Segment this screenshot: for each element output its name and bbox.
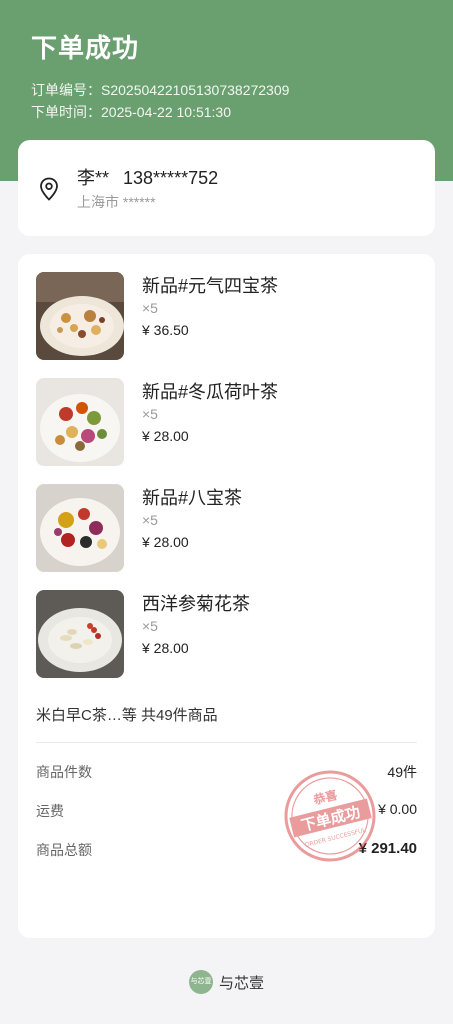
product-name: 新品#元气四宝茶 [142, 276, 279, 296]
product-price: ¥ 28.00 [142, 428, 189, 444]
more-items-summary[interactable]: 米白早C茶…等 共49件商品 [36, 704, 218, 725]
recipient-name: 李** [77, 168, 110, 188]
address-card[interactable]: 李** 138*****752 上海市 ****** [18, 140, 435, 236]
item-count-value: 49件 [387, 764, 417, 780]
product-name: 新品#八宝茶 [142, 488, 243, 508]
product-name: 新品#冬瓜荷叶茶 [142, 382, 279, 402]
product-qty: ×5 [142, 512, 158, 528]
shipping-label: 运费 [36, 803, 64, 819]
shipping-value: ¥ 0.00 [378, 801, 417, 817]
product-name: 西洋参菊花茶 [142, 594, 250, 614]
product-qty: ×5 [142, 618, 158, 634]
brand-name: 与芯壹 [218, 974, 264, 992]
list-item[interactable]: 新品#冬瓜荷叶茶 ×5 ¥ 28.00 [36, 378, 416, 466]
stamp-top-text: 恭喜 [311, 787, 339, 808]
page-title: 下单成功 [31, 33, 140, 63]
product-qty: ×5 [142, 406, 158, 422]
product-image [36, 590, 124, 678]
order-time-label: 下单时间： [31, 104, 101, 120]
order-time-row: 下单时间：2025-04-22 10:51:30 [31, 101, 453, 123]
order-success-stamp: 恭喜 下单成功 ORDER SUCCESSFUL [284, 770, 376, 862]
divider [36, 742, 417, 743]
product-price: ¥ 28.00 [142, 640, 189, 656]
item-count-label: 商品件数 [36, 764, 92, 780]
location-pin-icon [40, 177, 58, 201]
footer: 与芯壹 与芯壹 [0, 970, 453, 994]
total-label: 商品总额 [36, 842, 92, 858]
product-price: ¥ 28.00 [142, 534, 189, 550]
order-meta: 订单编号：S20250422105130738272309 下单时间：2025-… [31, 79, 453, 123]
product-image [36, 484, 124, 572]
list-item[interactable]: 西洋参菊花茶 ×5 ¥ 28.00 [36, 590, 416, 678]
brand-logo: 与芯壹 [188, 970, 213, 994]
product-image [36, 272, 124, 360]
order-number-label: 订单编号： [31, 82, 101, 98]
order-time: 2025-04-22 10:51:30 [101, 104, 231, 120]
product-qty: ×5 [142, 300, 158, 316]
product-image [36, 378, 124, 466]
product-price: ¥ 36.50 [142, 322, 189, 338]
recipient-phone: 138*****752 [123, 168, 219, 188]
recipient-address: 上海市 ****** [77, 194, 156, 210]
order-number: S20250422105130738272309 [101, 82, 290, 98]
list-item[interactable]: 新品#八宝茶 ×5 ¥ 28.00 [36, 484, 416, 572]
list-item[interactable]: 新品#元气四宝茶 ×5 ¥ 36.50 [36, 272, 416, 360]
recipient-line: 李** 138*****752 [77, 164, 218, 190]
goods-card: 新品#元气四宝茶 ×5 ¥ 36.50 新品#冬瓜荷叶茶 ×5 ¥ 28.00 [18, 254, 435, 938]
order-number-row: 订单编号：S20250422105130738272309 [31, 79, 453, 101]
